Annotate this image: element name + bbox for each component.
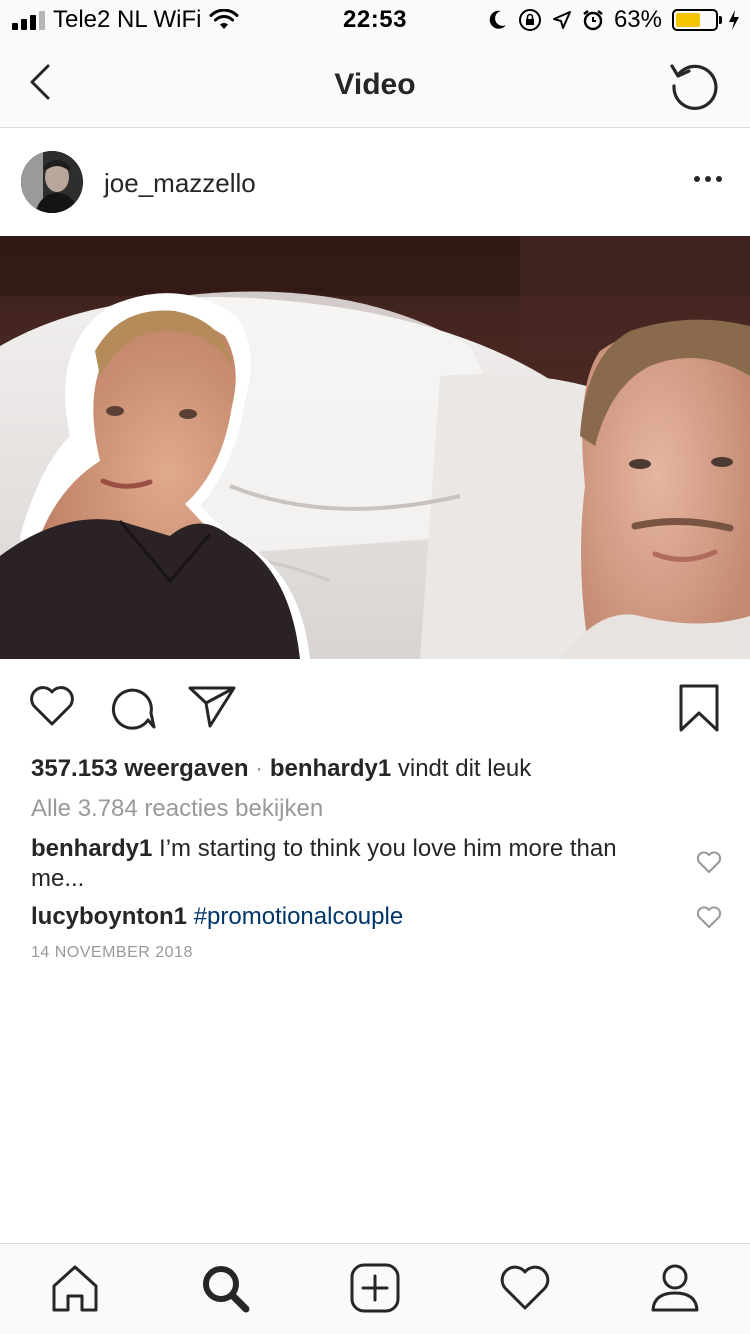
location-icon: [552, 11, 571, 29]
status-bar: Tele2 NL WiFi 22:53 63%: [0, 0, 750, 40]
status-right: 63%: [488, 6, 740, 34]
search-icon[interactable]: [199, 1262, 251, 1314]
home-icon[interactable]: [49, 1262, 101, 1314]
comment-username[interactable]: benhardy1: [31, 835, 152, 862]
comment-item: lucyboynton1 #promotionalcouple: [31, 902, 403, 932]
post-username[interactable]: joe_mazzello: [104, 168, 256, 199]
charging-bolt-icon: [729, 10, 739, 30]
view-all-comments-link[interactable]: Alle 3.784 reacties bekijken: [31, 794, 323, 824]
views-separator: ·: [248, 755, 270, 782]
rotation-lock-icon: [518, 9, 541, 31]
nav-bar: Video: [0, 40, 750, 128]
post-date: 14 NOVEMBER 2018: [31, 944, 193, 961]
comment-item: benhardy1 I’m starting to think you love…: [31, 834, 671, 894]
moon-icon: [489, 10, 506, 29]
refresh-icon[interactable]: [668, 58, 720, 110]
alarm-icon: [583, 10, 603, 31]
page-title: Video: [334, 68, 416, 101]
views-line: 357.153 weergaven · benhardy1 vindt dit …: [31, 754, 531, 784]
battery-percent: 63%: [613, 6, 662, 33]
comment-like-icon[interactable]: [696, 850, 722, 874]
comment-hashtag[interactable]: #promotionalcouple: [194, 903, 403, 930]
avatar[interactable]: [21, 151, 83, 213]
post-header: joe_mazzello: [0, 128, 750, 236]
tab-bar: [0, 1243, 750, 1334]
comment-like-icon[interactable]: [696, 905, 722, 929]
battery-fill: [676, 13, 700, 27]
activity-icon[interactable]: [499, 1262, 551, 1314]
more-options-icon[interactable]: [694, 176, 722, 182]
comment-text: [187, 903, 194, 930]
battery-icon: [672, 9, 722, 31]
views-count[interactable]: 357.153 weergaven: [31, 755, 249, 782]
post-video[interactable]: [0, 236, 750, 659]
comment-icon[interactable]: [108, 683, 156, 731]
liked-by-suffix: vindt dit leuk: [391, 755, 532, 782]
post-actions: [0, 659, 750, 755]
liked-by-user[interactable]: benhardy1: [270, 755, 391, 782]
new-post-icon[interactable]: [349, 1262, 401, 1314]
bookmark-icon[interactable]: [677, 683, 721, 733]
comment-username[interactable]: lucyboynton1: [31, 903, 187, 930]
profile-icon[interactable]: [649, 1262, 701, 1314]
share-paper-plane-icon[interactable]: [186, 683, 238, 729]
like-heart-icon[interactable]: [28, 683, 76, 727]
